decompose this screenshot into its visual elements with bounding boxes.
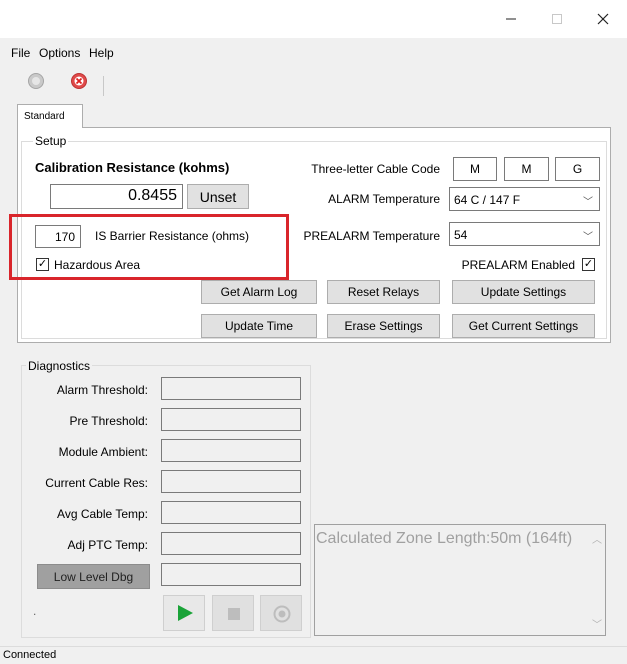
zone-length-textarea[interactable]: Calculated Zone Length:50m (164ft) ︿ ﹀ (314, 524, 606, 636)
play-button[interactable] (163, 595, 205, 631)
play-icon (178, 605, 193, 621)
alarm-temp-label: ALARM Temperature (328, 192, 440, 206)
get-alarm-log-button[interactable]: Get Alarm Log (201, 280, 317, 304)
close-icon (597, 13, 609, 25)
highlight-box (9, 214, 289, 280)
erase-settings-button[interactable]: Erase Settings (327, 314, 440, 338)
title-bar (0, 0, 627, 38)
record-button[interactable] (260, 595, 302, 631)
low-level-dbg-button[interactable]: Low Level Dbg (37, 564, 150, 589)
close-button[interactable] (580, 0, 626, 38)
maximize-icon (552, 14, 562, 24)
alarm-temp-select[interactable]: 64 C / 147 F ﹀ (449, 187, 600, 211)
current-cable-res-label: Current Cable Res: (45, 476, 148, 490)
calibration-label: Calibration Resistance (kohms) (35, 160, 230, 175)
adj-ptc-temp-field (161, 532, 301, 555)
reset-relays-button[interactable]: Reset Relays (327, 280, 440, 304)
prealarm-temp-value: 54 (454, 228, 468, 242)
minimize-button[interactable] (488, 0, 534, 38)
update-settings-button[interactable]: Update Settings (452, 280, 595, 304)
zone-scrollbar[interactable]: ︿ ﹀ (589, 525, 605, 635)
chevron-down-icon: ﹀ (583, 197, 593, 208)
connect-button[interactable] (27, 72, 45, 90)
minimize-icon (506, 18, 516, 20)
disconnect-button[interactable] (70, 72, 88, 90)
module-ambient-field (161, 439, 301, 462)
maximize-button[interactable] (534, 0, 580, 38)
prealarm-enabled-label: PREALARM Enabled (461, 258, 575, 272)
dot-indicator: . (33, 604, 37, 618)
diagnostics-group-label: Diagnostics (26, 359, 93, 373)
menu-help[interactable]: Help (89, 46, 114, 60)
prealarm-enabled-checkbox[interactable]: ✓ (582, 258, 595, 271)
disconnect-icon (71, 73, 87, 89)
alarm-threshold-label: Alarm Threshold: (56, 383, 148, 397)
stop-button[interactable] (212, 595, 254, 631)
alarm-threshold-field (161, 377, 301, 400)
current-cable-res-field (161, 470, 301, 493)
adj-ptc-temp-label: Adj PTC Temp: (67, 538, 148, 552)
chevron-down-icon: ﹀ (583, 232, 593, 243)
zone-length-text: Calculated Zone Length:50m (164ft) (316, 530, 573, 547)
scroll-down-icon[interactable]: ﹀ (592, 616, 602, 631)
scroll-up-icon[interactable]: ︿ (592, 531, 602, 546)
avg-cable-temp-label: Avg Cable Temp: (57, 507, 148, 521)
unset-button[interactable]: Unset (187, 184, 249, 209)
status-text: Connected (3, 649, 57, 661)
low-level-dbg-field (161, 563, 301, 586)
get-current-settings-button[interactable]: Get Current Settings (452, 314, 595, 338)
setup-group-label: Setup (33, 134, 69, 148)
pre-threshold-label: Pre Threshold: (69, 414, 149, 428)
connect-icon (28, 73, 44, 89)
calibration-value-field[interactable]: 0.8455 (50, 184, 183, 209)
avg-cable-temp-field (161, 501, 301, 524)
cable-code-2[interactable]: M (504, 157, 549, 181)
cable-code-label: Three-letter Cable Code (311, 162, 440, 176)
tab-standard[interactable]: Standard (17, 104, 83, 128)
pre-threshold-field (161, 408, 301, 431)
menu-file[interactable]: File (11, 46, 30, 60)
toolbar (0, 64, 627, 98)
update-time-button[interactable]: Update Time (201, 314, 317, 338)
toolbar-separator (103, 76, 104, 96)
status-bar: Connected (0, 646, 627, 664)
module-ambient-label: Module Ambient: (58, 445, 148, 459)
record-icon (273, 605, 291, 623)
menu-bar: File Options Help (0, 38, 627, 64)
cable-code-3[interactable]: G (555, 157, 600, 181)
alarm-temp-value: 64 C / 147 F (454, 193, 521, 207)
cable-code-1[interactable]: M (453, 157, 497, 181)
stop-icon (228, 608, 240, 620)
menu-options[interactable]: Options (39, 46, 80, 60)
prealarm-temp-select[interactable]: 54 ﹀ (449, 222, 600, 246)
